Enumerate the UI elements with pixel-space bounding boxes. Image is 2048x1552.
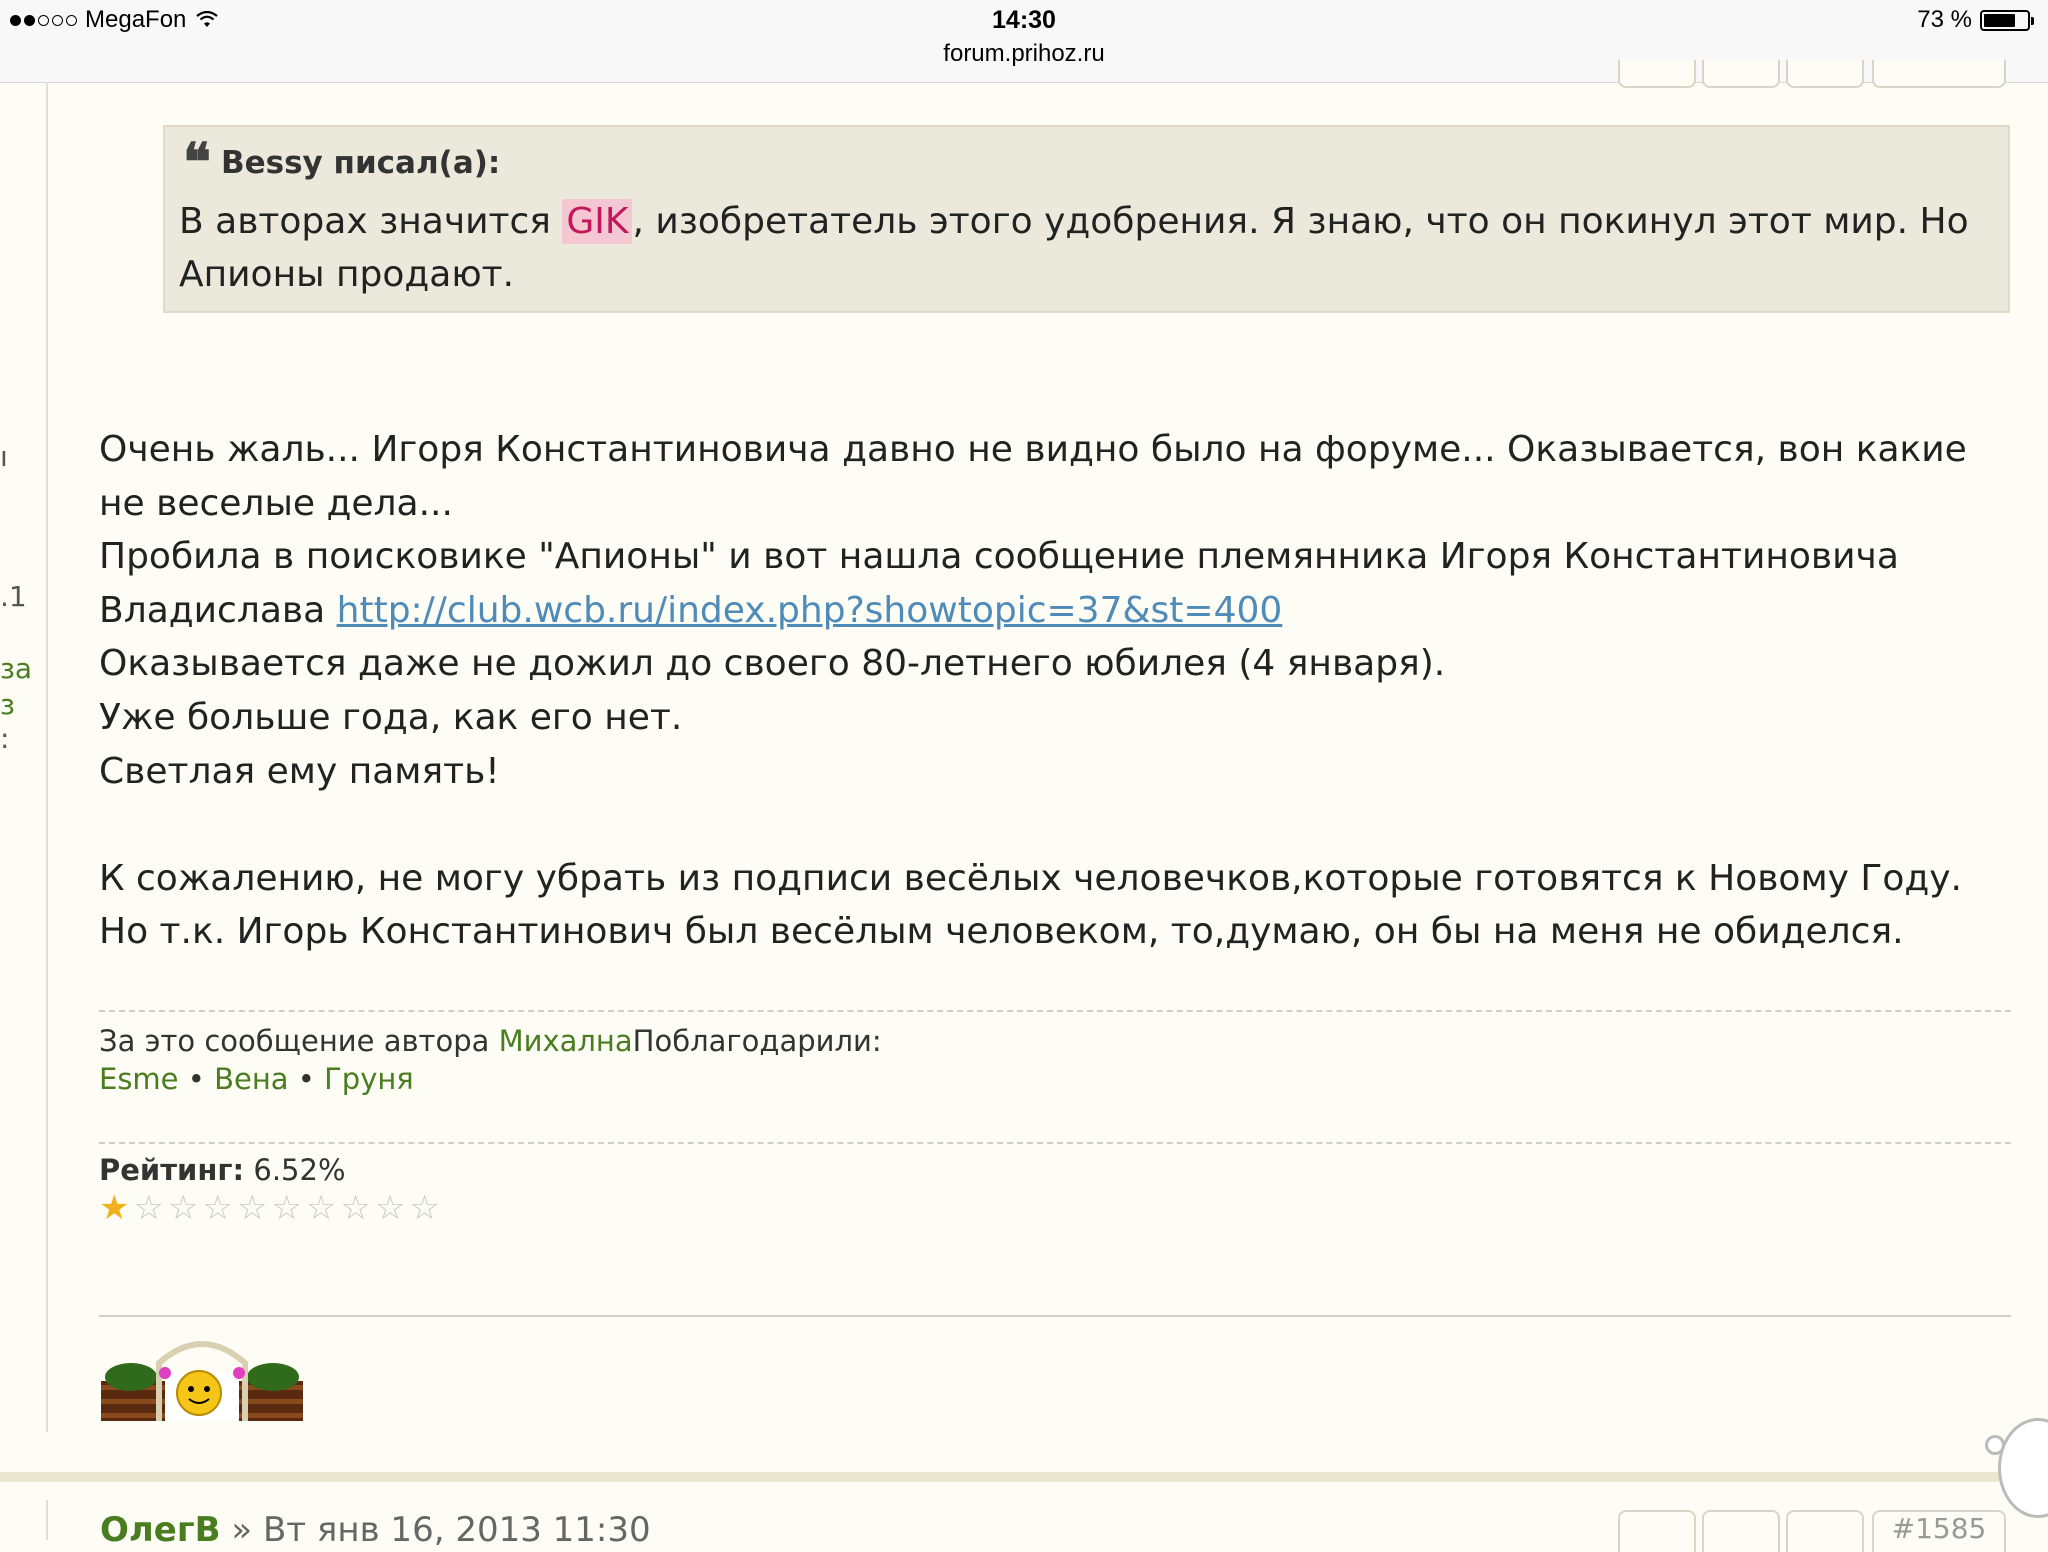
star-icon[interactable]: ☆ [375, 1190, 405, 1226]
battery-area: 73 % [1917, 6, 2034, 34]
quote-button[interactable] [1702, 1510, 1780, 1552]
scroll-to-top-icon[interactable] [1998, 1418, 2048, 1518]
star-icon[interactable]: ☆ [237, 1190, 267, 1226]
sidebar-fragment: .1 [0, 580, 27, 613]
post-line: Пробила в поисковике "Апионы" и вот нашл… [99, 536, 1899, 578]
post-action-button[interactable] [1786, 60, 1864, 88]
star-icon[interactable]: ☆ [133, 1190, 163, 1226]
post-separator [0, 1472, 2048, 1482]
next-post-header: ОлегВ » Вт янв 16, 2013 11:30 [100, 1510, 651, 1550]
user-link[interactable]: Вена [214, 1062, 288, 1096]
thanks-users: Esme • Вена • Груня [99, 1062, 414, 1096]
post-left-border [46, 82, 48, 1432]
star-icon[interactable]: ☆ [168, 1190, 198, 1226]
user-link[interactable]: Груня [324, 1062, 414, 1096]
star-icon[interactable]: ☆ [202, 1190, 232, 1226]
thanks-line: За это сообщение автора МихалнаПоблагода… [99, 1024, 882, 1058]
divider [99, 1010, 2011, 1012]
post-line: Светлая ему память! [99, 750, 500, 792]
quote-author: Bessy писал(а): [220, 145, 501, 181]
star-icon[interactable]: ☆ [306, 1190, 336, 1226]
rating: Рейтинг: 6.52% [99, 1153, 346, 1187]
signature-image [101, 1341, 303, 1421]
user-link[interactable]: Esme [99, 1062, 179, 1096]
post-line: Очень жаль... Игоря Константиновича давн… [99, 429, 1967, 524]
sidebar-fragment[interactable]: з [0, 688, 15, 721]
author-link[interactable]: Михална [499, 1024, 633, 1058]
post-line: Уже больше года, как его нет. [99, 696, 683, 738]
battery-percent: 73 % [1917, 6, 1972, 33]
rating-stars[interactable]: ★ ☆ ☆ ☆ ☆ ☆ ☆ ☆ ☆ ☆ [99, 1190, 440, 1226]
battery-icon [1980, 9, 2034, 31]
post-body: Очень жаль... Игоря Константиновича давн… [99, 423, 2019, 959]
post-line: Но т.к. Игорь Константинович был весёлым… [99, 911, 1904, 953]
star-icon[interactable]: ☆ [409, 1190, 439, 1226]
post-action-button[interactable] [1618, 60, 1696, 88]
next-post-author[interactable]: ОлегВ [100, 1510, 221, 1550]
star-icon[interactable]: ☆ [271, 1190, 301, 1226]
sidebar-fragment: ı [0, 440, 8, 473]
sidebar-fragment: : [0, 722, 10, 755]
divider [99, 1142, 2011, 1144]
clock: 14:30 [992, 6, 1056, 34]
sidebar-fragment[interactable]: за [0, 652, 32, 685]
quote-text: В авторах значится GIK, изобретатель это… [179, 199, 1969, 295]
thanks-block: За это сообщение автора МихалнаПоблагода… [99, 1022, 882, 1098]
quote-header: ❝ Bessy писал(а): [183, 132, 501, 193]
post-number-button[interactable]: #1585 [1872, 1510, 2006, 1552]
post-left-border [46, 1500, 48, 1540]
post-number-button[interactable] [1872, 60, 2006, 88]
star-icon[interactable]: ☆ [340, 1190, 370, 1226]
info-button[interactable] [1618, 1510, 1696, 1552]
next-post-date: Вт янв 16, 2013 11:30 [262, 1510, 651, 1550]
post-line: К сожалению, не могу убрать из подписи в… [99, 857, 1962, 899]
external-link[interactable]: http://club.wcb.ru/index.php?showtopic=3… [337, 590, 1283, 631]
rating-label: Рейтинг: [99, 1153, 245, 1187]
highlighted-word: GIK [562, 199, 633, 244]
like-button[interactable] [1786, 1510, 1864, 1552]
quote-block: ❝ Bessy писал(а): В авторах значится GIK… [163, 125, 2010, 313]
star-icon[interactable]: ★ [99, 1190, 129, 1226]
post-line: Оказывается даже не дожил до своего 80-л… [99, 643, 1446, 685]
post-line: Владислава http://club.wcb.ru/index.php?… [99, 589, 1283, 631]
post-action-button[interactable] [1702, 60, 1780, 88]
rating-value: 6.52% [253, 1153, 346, 1187]
quote-icon: ❝ [183, 132, 211, 193]
signature-divider [99, 1315, 2011, 1317]
